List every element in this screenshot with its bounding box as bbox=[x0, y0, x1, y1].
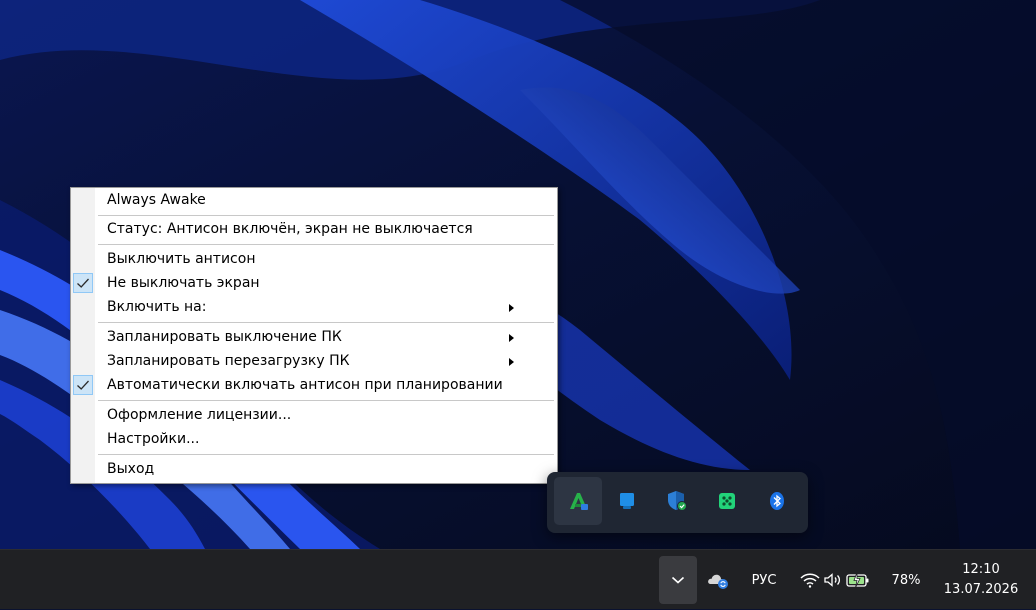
menu-item-schedule-shutdown[interactable]: Запланировать выключение ПК bbox=[71, 326, 557, 350]
bluetooth-icon[interactable] bbox=[753, 477, 801, 525]
green-gamepad-icon[interactable] bbox=[703, 477, 751, 525]
menu-item-auto-enable-on-schedule[interactable]: Автоматически включать антисон при плани… bbox=[71, 374, 557, 398]
defender-shield-icon[interactable] bbox=[653, 477, 701, 525]
taskbar: РУС 78% 12:10 13.07.2026 bbox=[0, 549, 1036, 609]
chevron-down-icon bbox=[671, 576, 685, 584]
submenu-arrow-icon bbox=[509, 304, 514, 312]
menu-separator bbox=[98, 244, 554, 245]
menu-item-exit[interactable]: Выход bbox=[71, 458, 557, 482]
menu-separator bbox=[98, 322, 554, 323]
volume-icon bbox=[824, 573, 841, 587]
menu-item-schedule-restart[interactable]: Запланировать перезагрузку ПК bbox=[71, 350, 557, 374]
clock-time: 12:10 bbox=[962, 562, 1000, 577]
onedrive-sync-icon[interactable] bbox=[703, 564, 733, 596]
clock-date: 13.07.2026 bbox=[943, 582, 1019, 597]
show-hidden-icons-button[interactable] bbox=[659, 556, 697, 604]
menu-item-label: Запланировать перезагрузку ПК bbox=[107, 353, 350, 369]
menu-status-item: Статус: Антисон включён, экран не выключ… bbox=[71, 218, 557, 242]
battery-percent: 78% bbox=[891, 572, 921, 588]
tray-context-menu: Always Awake Статус: Антисон включён, эк… bbox=[70, 187, 558, 484]
menu-separator bbox=[98, 454, 554, 455]
menu-item-label: Не выключать экран bbox=[107, 275, 260, 291]
menu-separator bbox=[98, 400, 554, 401]
menu-title-label: Always Awake bbox=[107, 192, 206, 208]
submenu-arrow-icon bbox=[509, 358, 514, 366]
checkmark-icon bbox=[73, 273, 93, 293]
menu-separator bbox=[98, 215, 554, 216]
menu-item-license[interactable]: Оформление лицензии... bbox=[71, 404, 557, 428]
menu-item-label: Выключить антисон bbox=[107, 251, 256, 267]
menu-item-label: Автоматически включать антисон при плани… bbox=[107, 377, 503, 393]
menu-item-enable-for[interactable]: Включить на: bbox=[71, 296, 557, 320]
checkmark-icon bbox=[73, 375, 93, 395]
menu-item-label: Оформление лицензии... bbox=[107, 407, 292, 423]
menu-title-item: Always Awake bbox=[71, 189, 557, 213]
menu-item-label: Запланировать выключение ПК bbox=[107, 329, 342, 345]
tray-overflow-flyout bbox=[547, 472, 808, 533]
submenu-arrow-icon bbox=[509, 334, 514, 342]
quick-settings-button[interactable] bbox=[799, 564, 871, 596]
menu-item-label: Настройки... bbox=[107, 431, 200, 447]
menu-item-disable-antisleep[interactable]: Выключить антисон bbox=[71, 248, 557, 272]
menu-item-keep-screen-on[interactable]: Не выключать экран bbox=[71, 272, 557, 296]
menu-item-label: Включить на: bbox=[107, 299, 207, 315]
menu-item-settings[interactable]: Настройки... bbox=[71, 428, 557, 452]
menu-status-label: Статус: Антисон включён, экран не выключ… bbox=[107, 221, 473, 237]
menu-item-label: Выход bbox=[107, 461, 155, 477]
battery-charging-icon bbox=[846, 572, 869, 588]
language-indicator[interactable]: РУС bbox=[742, 550, 786, 610]
always-awake-app-icon[interactable] bbox=[554, 477, 602, 525]
wifi-icon bbox=[800, 573, 820, 588]
clock-date-button[interactable]: 12:10 13.07.2026 bbox=[933, 556, 1029, 604]
tablet-blue-app-icon[interactable] bbox=[603, 477, 651, 525]
